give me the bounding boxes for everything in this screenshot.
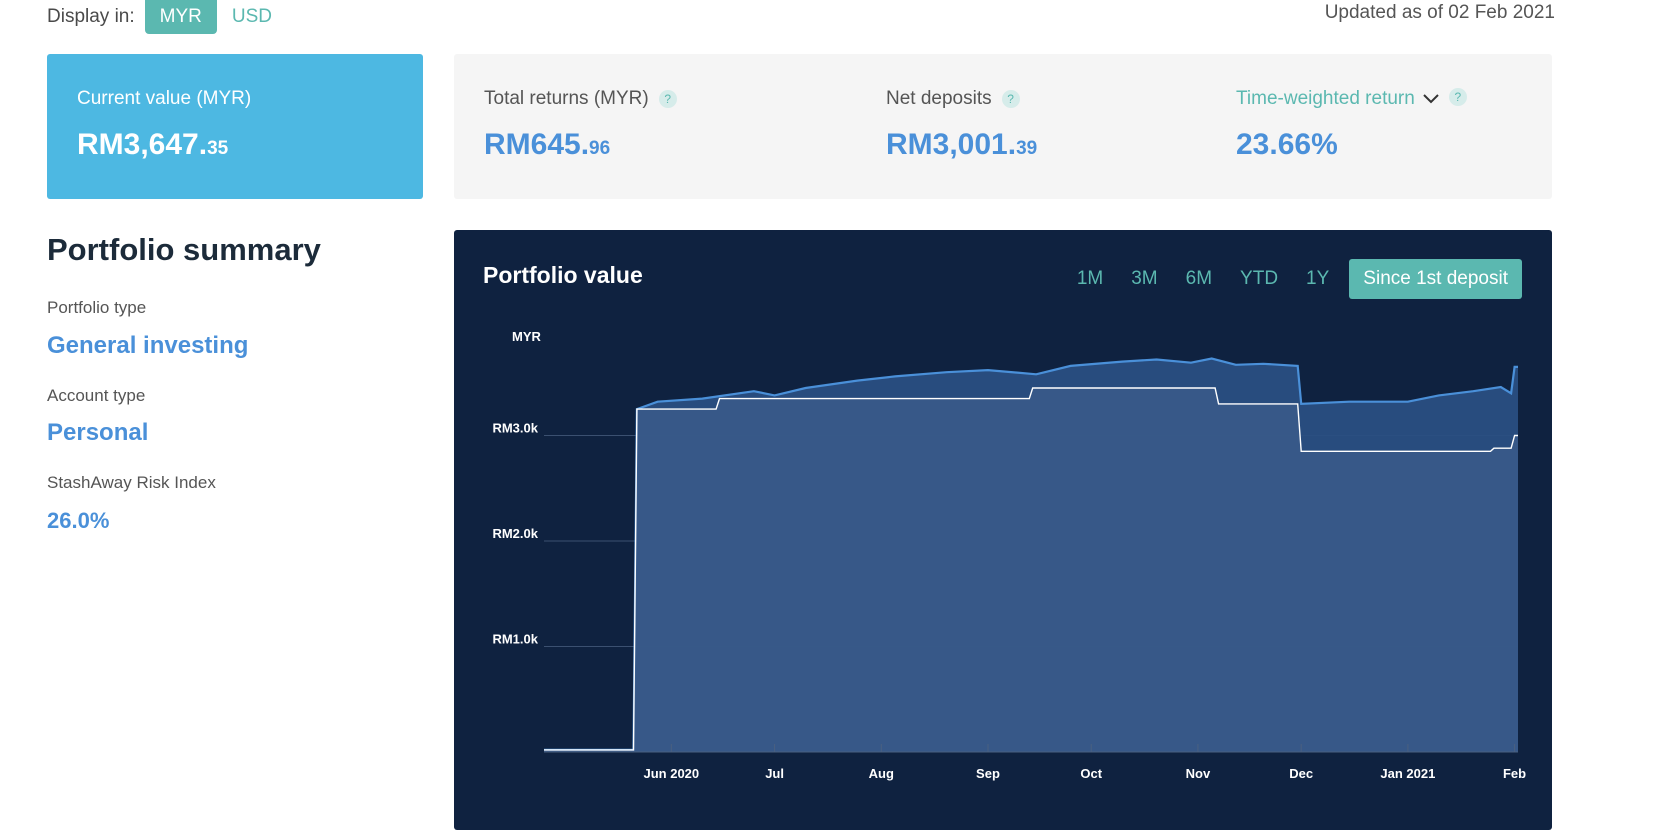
currency-toggle: Display in: MYR USD — [47, 0, 287, 34]
x-tick-label: Feb — [1503, 766, 1526, 781]
range-selector: 1M 3M 6M YTD 1Y Since 1st deposit — [1063, 259, 1522, 299]
y-tick-label: RM1.0k — [492, 632, 538, 647]
total-returns-cents: 96 — [589, 138, 611, 159]
risk-index-value: 26.0% — [47, 508, 110, 533]
chart-title: Portfolio value — [483, 262, 643, 288]
net-deposits-cents: 39 — [1016, 138, 1038, 159]
currency-usd-button[interactable]: USD — [217, 0, 287, 34]
net-deposits-label: Net deposits — [886, 88, 992, 109]
total-returns-main: RM645. — [484, 128, 590, 161]
y-tick-label: RM2.0k — [492, 526, 538, 541]
display-in-label: Display in: — [47, 6, 135, 27]
twr-metric: Time-weighted return ? 23.66% — [1236, 88, 1467, 162]
twr-dropdown[interactable]: Time-weighted return — [1236, 88, 1439, 110]
twr-value: 23.66% — [1236, 128, 1338, 161]
help-icon[interactable]: ? — [658, 90, 677, 108]
portfolio-value-chart: MYR RM1.0k RM2.0k RM3.0k Jun 2020 Jul Aug Sep Oc… — [492, 329, 1526, 781]
x-tick-label: Jul — [765, 766, 784, 781]
portfolio-type-value: General investing — [47, 332, 249, 359]
total-returns-amount: RM645.96 — [484, 128, 677, 162]
updated-timestamp: Updated as of 02 Feb 2021 — [1324, 2, 1555, 23]
current-value-amount: RM3,647.35 — [77, 128, 228, 162]
current-value-main: RM3,647. — [77, 128, 208, 161]
help-icon[interactable]: ? — [1001, 90, 1020, 108]
portfolio-type-label: Portfolio type — [47, 298, 147, 317]
portfolio-summary-title: Portfolio summary — [47, 232, 321, 267]
help-icon[interactable]: ? — [1448, 88, 1467, 106]
account-type-label: Account type — [47, 386, 146, 405]
metrics-card: Total returns (MYR) ? RM645.96 Net depos… — [454, 54, 1552, 199]
net-deposits-amount: RM3,001.39 — [886, 128, 1037, 162]
currency-myr-button[interactable]: MYR — [144, 0, 217, 34]
x-tick-label: Aug — [869, 766, 894, 781]
x-tick-label: Jun 2020 — [644, 766, 700, 781]
x-tick-label: Oct — [1080, 766, 1102, 781]
total-returns-metric: Total returns (MYR) ? RM645.96 — [484, 88, 677, 162]
x-tick-label: Jan 2021 — [1380, 766, 1435, 781]
x-tick-label: Dec — [1289, 766, 1313, 781]
chevron-down-icon — [1423, 94, 1439, 104]
range-since-first-deposit-button[interactable]: Since 1st deposit — [1349, 259, 1522, 299]
x-tick-label: Nov — [1186, 766, 1211, 781]
y-tick-label: RM3.0k — [492, 421, 538, 436]
twr-label: Time-weighted return — [1236, 88, 1415, 109]
net-deposits-main: RM3,001. — [886, 128, 1017, 161]
range-1m-button[interactable]: 1M — [1063, 259, 1117, 299]
range-ytd-button[interactable]: YTD — [1226, 259, 1292, 299]
total-returns-label: Total returns (MYR) — [484, 88, 649, 109]
current-value-cents: 35 — [207, 138, 229, 159]
portfolio-value-chart-card: MYR RM1.0k RM2.0k RM3.0k Jun 2020 Jul Aug Sep Oc… — [454, 230, 1552, 830]
range-6m-button[interactable]: 6M — [1172, 259, 1226, 299]
account-type-value: Personal — [47, 419, 149, 446]
current-value-card: Current value (MYR) RM3,647.35 — [47, 54, 423, 199]
range-1y-button[interactable]: 1Y — [1292, 259, 1343, 299]
current-value-label: Current value (MYR) — [77, 88, 252, 109]
net-deposits-metric: Net deposits ? RM3,001.39 — [886, 88, 1037, 162]
y-axis-unit-label: MYR — [512, 329, 542, 344]
risk-index-label: StashAway Risk Index — [47, 473, 216, 492]
x-tick-label: Sep — [976, 766, 1000, 781]
range-3m-button[interactable]: 3M — [1117, 259, 1171, 299]
